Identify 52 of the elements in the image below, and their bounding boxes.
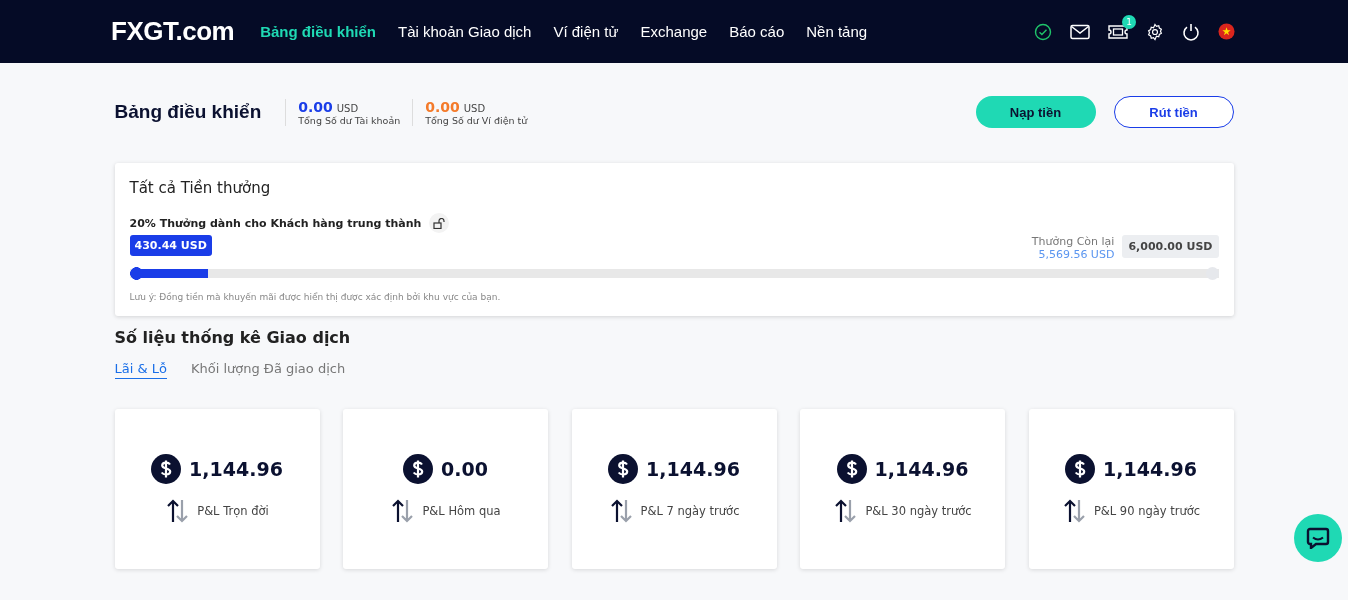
currency-label: USD	[463, 102, 486, 114]
remaining-label: Thưởng Còn lại	[1031, 235, 1115, 248]
chat-icon	[1306, 527, 1330, 549]
balance-label: Tổng Số dư Tài khoản	[298, 114, 401, 126]
page-title: Bảng điều khiển	[114, 101, 262, 123]
remaining-amount: 5,569.56 USD	[1038, 248, 1115, 261]
nav-link[interactable]: Tài khoản Giao dịch	[398, 23, 532, 40]
ticket-icon[interactable]	[1108, 24, 1128, 39]
stat-label: P&L 7 ngày trước	[640, 504, 740, 518]
stat-value: 1,144.96	[874, 458, 969, 480]
dollar-icon	[836, 454, 867, 484]
logo[interactable]: FXGT.com	[111, 16, 235, 47]
stat-label: P&L 30 ngày trước	[865, 504, 972, 518]
earned-bonus-badge: 430.44 USD	[129, 235, 212, 256]
chat-button[interactable]	[1294, 514, 1342, 562]
dollar-icon	[151, 454, 182, 484]
section-title: Số liệu thống kê Giao dịch	[114, 328, 352, 347]
balance-label: Tổng Số dư Ví điện tử	[425, 114, 528, 126]
stat-value: 1,144.96	[189, 458, 283, 480]
mail-icon[interactable]	[1070, 23, 1090, 40]
bonus-name: 20% Thưởng dành cho Khách hàng trung thành	[129, 216, 422, 230]
tab[interactable]: Khối lượng Đã giao dịch	[190, 361, 346, 379]
note-text: Lưu ý: Đồng tiền mà khuyến mãi được hiển thị được xác định bởi khu vực của bạn.	[129, 292, 502, 302]
unlock-icon[interactable]	[429, 213, 450, 233]
settings-icon[interactable]	[1146, 22, 1164, 41]
stat-value: 1,144.96	[646, 458, 740, 480]
progress-end-handle	[1205, 267, 1219, 280]
balance-amount: 0.00	[425, 98, 460, 115]
deposit-button[interactable]: Nạp tiền	[975, 96, 1096, 128]
notification-badge: 1	[1122, 14, 1136, 29]
stat-label: P&L 90 ngày trước	[1093, 504, 1201, 518]
withdraw-button[interactable]: Rút tiền	[1113, 96, 1234, 128]
dollar-icon	[1065, 454, 1096, 484]
balance-amount: 0.00	[298, 98, 333, 115]
nav-link[interactable]: Exchange	[640, 23, 708, 40]
stat-label: P&L Hôm qua	[422, 504, 501, 518]
power-icon[interactable]	[1182, 22, 1200, 41]
total-bonus-badge: 6,000.00 USD	[1122, 235, 1219, 258]
dollar-icon	[608, 454, 639, 484]
currency-label: USD	[336, 102, 359, 114]
stat-value: 0.00	[441, 458, 488, 480]
nav-link[interactable]: Ví điện tử	[553, 23, 619, 40]
nav-link[interactable]: Bảng điều khiển	[260, 23, 376, 40]
dollar-icon	[403, 454, 434, 484]
flag-icon[interactable]	[1218, 23, 1235, 40]
stat-label: P&L Trọn đời	[197, 504, 269, 518]
check-circle-icon[interactable]	[1034, 22, 1052, 41]
nav-link[interactable]: Báo cáo	[729, 23, 785, 40]
nav-link[interactable]: Nền tảng	[806, 23, 868, 40]
stat-value: 1,144.96	[1103, 458, 1197, 480]
tab[interactable]: Lãi & Lỗ	[114, 361, 167, 379]
section-title: Tất cả Tiền thưởng	[129, 179, 272, 197]
